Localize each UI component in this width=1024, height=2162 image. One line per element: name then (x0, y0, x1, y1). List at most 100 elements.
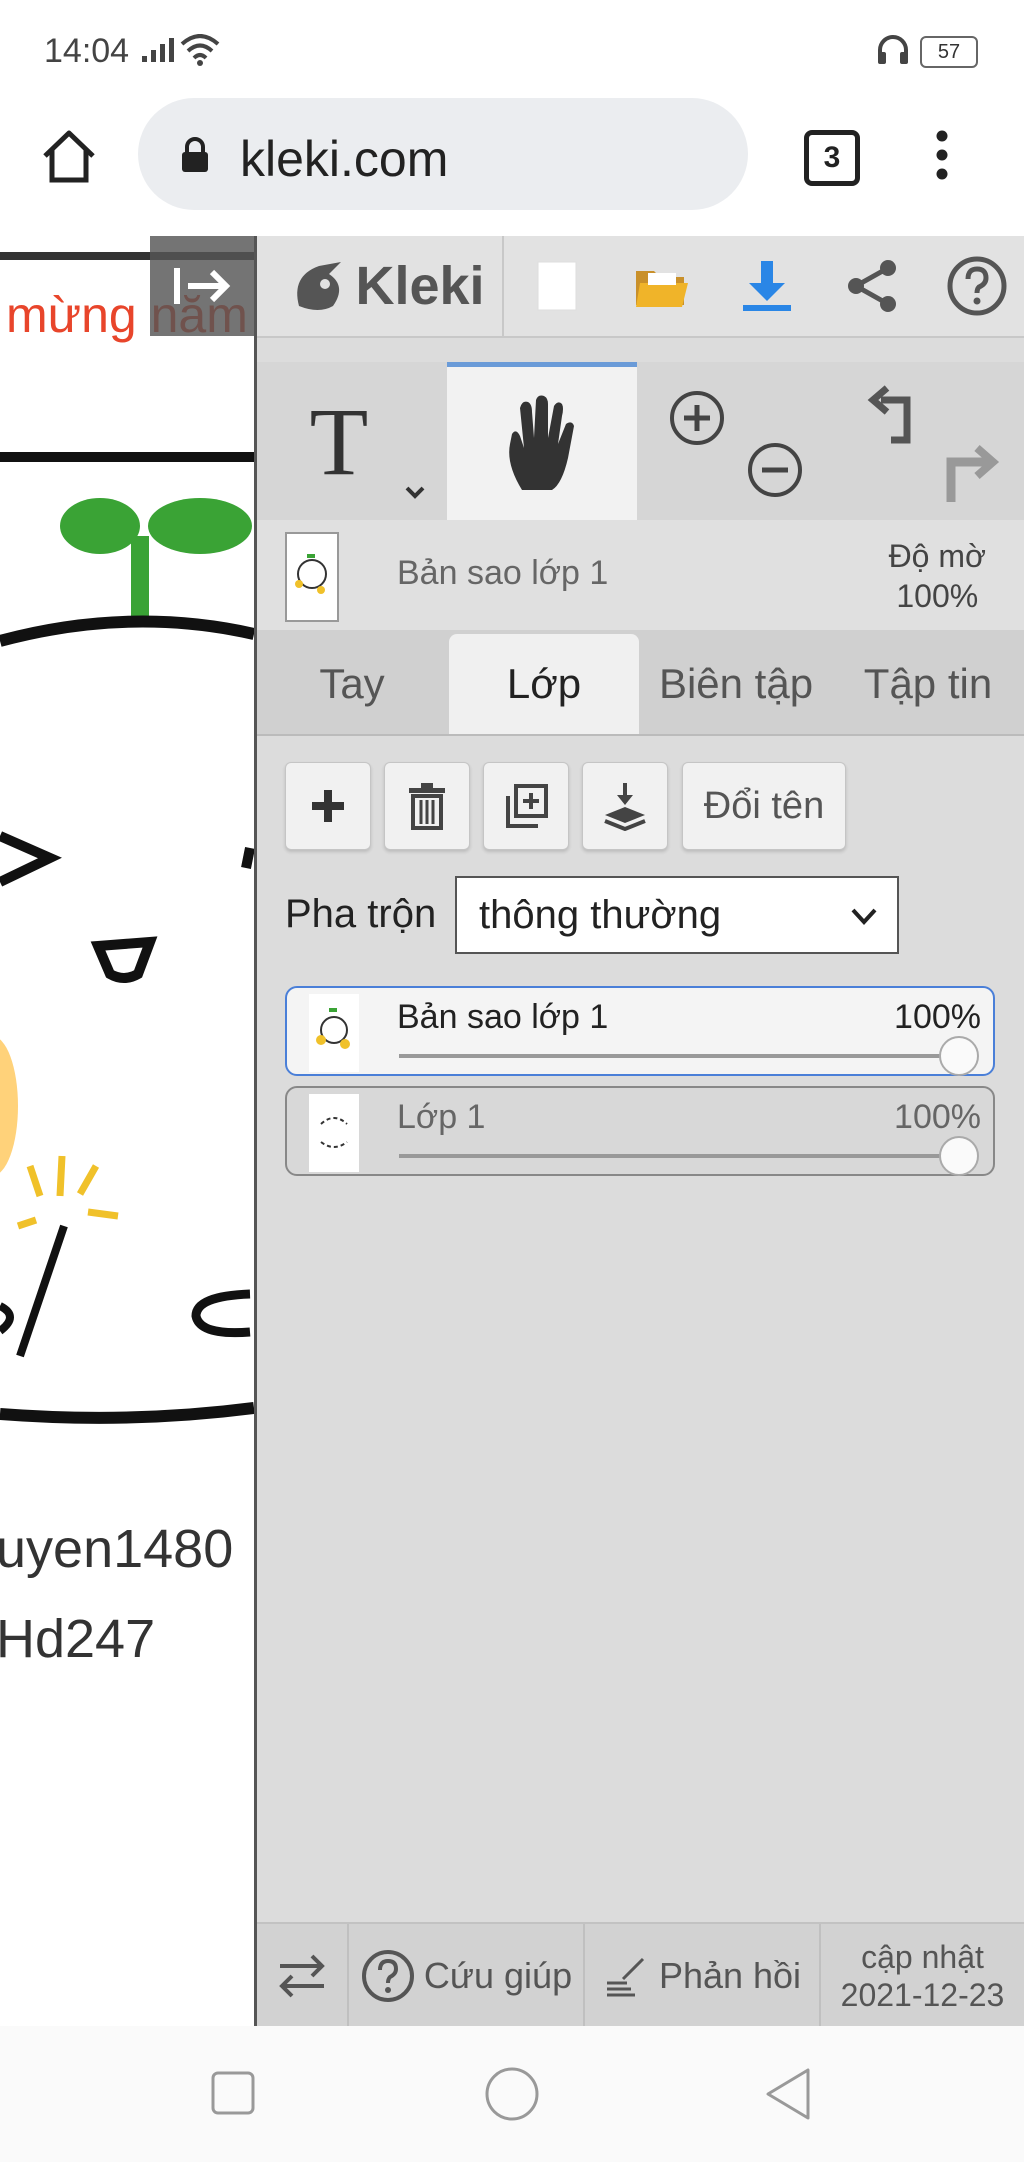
layer-item-bản-sao-lớp-1[interactable]: Bản sao lớp 1 100% (285, 986, 995, 1076)
text-tool-icon: T (310, 388, 425, 499)
help-button[interactable] (927, 236, 1024, 336)
current-layer-thumbnail (285, 532, 339, 622)
tab-layers[interactable]: Lớp (449, 634, 639, 734)
current-layer-name: Bản sao lớp 1 (397, 554, 609, 592)
layer-item-lớp-1[interactable]: Lớp 1 100% (285, 1086, 995, 1176)
plus-icon (312, 790, 344, 822)
kleki-logo-icon (297, 262, 342, 310)
headphones-icon (878, 35, 908, 64)
home-icon[interactable] (40, 128, 98, 184)
share-icon (848, 260, 896, 312)
collapse-panel-button[interactable] (150, 236, 254, 336)
feedback-pen-icon (606, 1957, 644, 1997)
kleki-logo-text: Kleki (355, 256, 485, 316)
layer-preview-icon (320, 1117, 348, 1148)
add-layer-button[interactable] (285, 762, 371, 850)
opacity-label: Độ mờ (888, 538, 986, 574)
kleki-top-toolbar: Kleki (257, 236, 1024, 338)
tool-row: T (257, 362, 1024, 520)
current-layer-header: Bản sao lớp 1 Độ mờ 100% (257, 520, 1024, 630)
new-image-button[interactable] (507, 236, 607, 336)
battery-icon: 57 (920, 36, 978, 68)
more-options-icon[interactable] (930, 130, 954, 180)
duplicate-layer-button[interactable] (483, 762, 569, 850)
zoom-in-icon[interactable] (667, 388, 727, 448)
opacity-value: 100% (896, 578, 979, 614)
changelog-link[interactable]: cập nhật 2021-12-23 (821, 1924, 1024, 2028)
layer-name: Lớp 1 (397, 1098, 486, 1136)
opacity-slider-handle[interactable] (939, 1136, 979, 1176)
new-page-icon (537, 261, 577, 311)
lock-icon (182, 137, 208, 172)
current-layer-opacity[interactable]: Độ mờ 100% (889, 536, 986, 616)
merge-down-button[interactable] (582, 762, 668, 850)
panel-tabs: Tay Lớp Biên tập Tập tin (257, 630, 1024, 736)
duplicate-icon (506, 784, 548, 828)
blend-mode-select[interactable]: thông thường (455, 876, 899, 954)
help-label: Cứu giúp (423, 1955, 573, 1996)
feedback-label: Phản hồi (658, 1955, 802, 1996)
canvas-text-line-2: Hd247 (0, 1609, 156, 1669)
share-button[interactable] (822, 236, 922, 336)
drawing-canvas[interactable]: mừng năm uyen1480 Hd247 (0, 236, 257, 2026)
status-time: 14:04 (44, 32, 130, 70)
url-text: kleki.com (240, 131, 449, 187)
home-nav-icon[interactable] (484, 2066, 540, 2122)
blend-mode-value: thông thường (479, 893, 722, 937)
layer-preview-icon (295, 554, 327, 594)
zoom-controls (637, 362, 827, 520)
delete-layer-button[interactable] (384, 762, 470, 850)
tab-brush[interactable]: Tay (257, 634, 447, 734)
address-bar[interactable]: kleki.com (138, 98, 748, 210)
swap-arrows-icon (279, 1954, 325, 1998)
rename-layer-button[interactable]: Đổi tên (682, 762, 846, 850)
swap-panel-side-button[interactable] (257, 1924, 349, 2028)
kleki-footer: Cứu giúp Phản hồi cập nhật 2021-12-23 (257, 1922, 1024, 2028)
opacity-slider-handle[interactable] (939, 1036, 979, 1076)
back-icon[interactable] (764, 2066, 814, 2122)
layer-preview-icon (316, 1008, 350, 1049)
canvas-artwork (0, 252, 254, 1424)
toolbar-divider (502, 236, 504, 336)
update-date: 2021-12-23 (840, 1977, 1005, 2013)
help-link[interactable]: Cứu giúp (349, 1924, 585, 2028)
signal-icon (142, 38, 174, 62)
open-file-button[interactable] (612, 236, 712, 336)
folder-icon (636, 271, 688, 307)
layer-thumbnail (309, 994, 359, 1072)
trash-icon (409, 783, 445, 830)
hand-icon (509, 395, 574, 490)
wifi-icon (180, 34, 220, 66)
redo-icon[interactable] (937, 444, 1003, 508)
blend-mode-label: Pha trộn (285, 892, 437, 936)
download-icon (743, 261, 791, 311)
question-circle-icon (947, 256, 1007, 316)
opacity-slider-track[interactable] (399, 1054, 953, 1058)
undo-icon[interactable] (867, 384, 927, 448)
tab-switcher-button[interactable]: 3 (804, 130, 860, 186)
kleki-logo[interactable]: Kleki (277, 236, 497, 336)
system-nav-bar (0, 2026, 1024, 2162)
update-label: cập nhật (861, 1939, 984, 1975)
hand-tool-button[interactable] (447, 362, 637, 520)
download-button[interactable] (717, 236, 817, 336)
tab-file[interactable]: Tập tin (833, 634, 1023, 734)
layer-thumbnail (309, 1094, 359, 1172)
text-tool-button[interactable]: T (257, 362, 447, 520)
question-circle-icon (361, 1950, 414, 2002)
canvas-text-line-1: uyen1480 (0, 1519, 234, 1579)
tab-edit[interactable]: Biên tập (639, 634, 833, 734)
zoom-out-icon[interactable] (745, 440, 805, 500)
chevron-down-icon (851, 908, 877, 925)
feedback-link[interactable]: Phản hồi (585, 1924, 821, 2028)
layer-name: Bản sao lớp 1 (397, 998, 609, 1036)
layer-opacity: 100% (894, 1098, 981, 1136)
merge-down-icon (604, 783, 646, 831)
svg-text:T: T (310, 388, 369, 495)
layer-opacity: 100% (894, 998, 981, 1036)
opacity-slider-track[interactable] (399, 1154, 953, 1158)
recent-apps-icon[interactable] (210, 2070, 256, 2116)
arrow-right-bar-icon (174, 268, 231, 304)
undo-redo-controls (827, 362, 1024, 520)
status-bar: 14:04 57 (0, 0, 1024, 96)
